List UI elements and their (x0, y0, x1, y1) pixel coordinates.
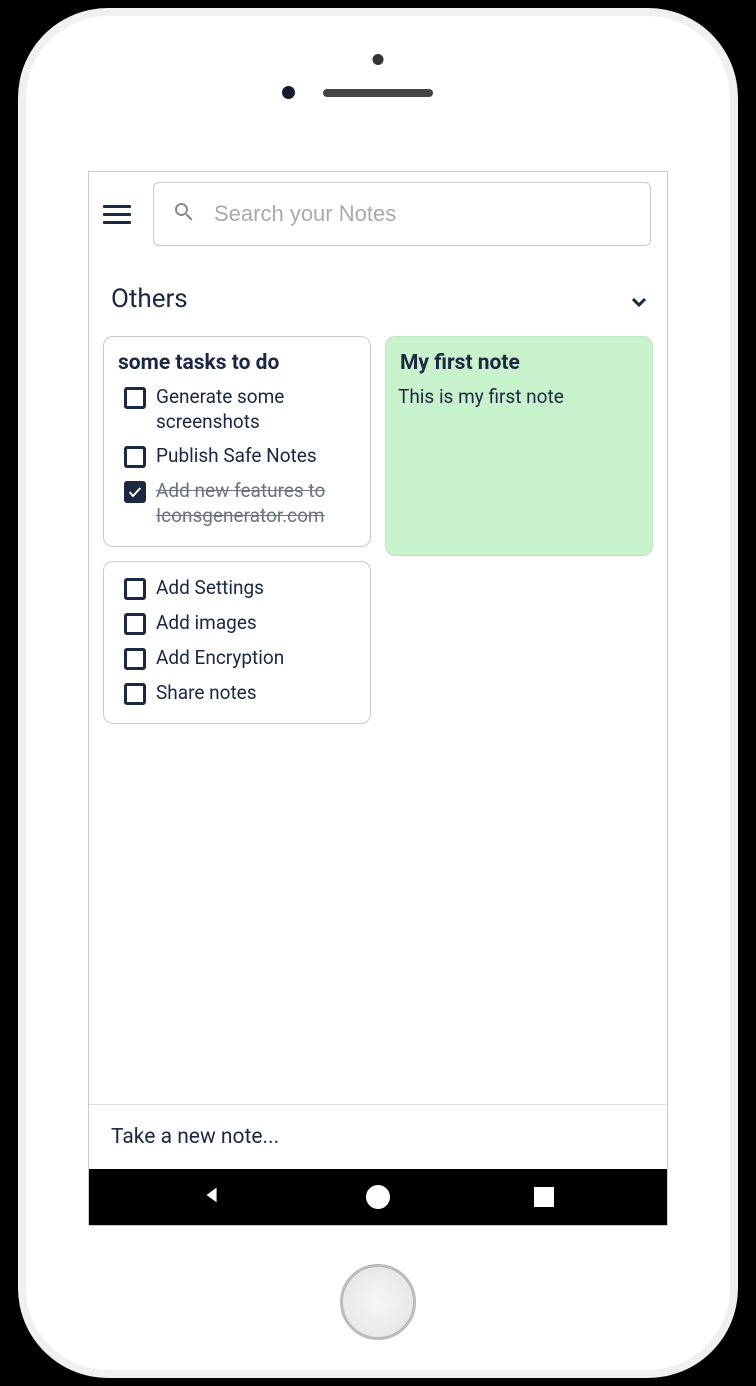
task-row[interactable]: Add new features to Iconsgenerator.com (116, 479, 358, 528)
nav-back-button[interactable] (199, 1184, 225, 1210)
checkbox-unchecked-icon[interactable] (124, 387, 146, 409)
home-circle-icon (366, 1185, 390, 1209)
search-box[interactable] (153, 182, 651, 246)
phone-frame: Others some tasks to do Generate some sc… (18, 8, 738, 1378)
checkbox-unchecked-icon[interactable] (124, 446, 146, 468)
task-row[interactable]: Add Encryption (116, 646, 358, 671)
task-row[interactable]: Publish Safe Notes (116, 444, 358, 469)
top-sensor (373, 54, 384, 65)
checkbox-unchecked-icon[interactable] (124, 578, 146, 600)
task-label: Share notes (156, 681, 257, 706)
note-body: This is my first note (398, 385, 640, 408)
nav-home-button[interactable] (365, 1184, 391, 1210)
menu-button[interactable] (99, 196, 135, 232)
section-header[interactable]: Others (89, 256, 667, 326)
back-triangle-icon (201, 1184, 223, 1210)
task-label: Add images (156, 611, 257, 636)
app-header (89, 172, 667, 256)
search-input[interactable] (214, 201, 632, 227)
checkbox-unchecked-icon[interactable] (124, 648, 146, 670)
speaker-row (282, 86, 474, 99)
chevron-down-icon (627, 290, 645, 308)
nav-recent-button[interactable] (531, 1184, 557, 1210)
note-card-tasks[interactable]: Add Settings Add images Add Encryption (103, 561, 371, 724)
note-card-tasks[interactable]: some tasks to do Generate some screensho… (103, 336, 371, 547)
notes-grid: some tasks to do Generate some screensho… (89, 326, 667, 734)
note-title: My first note (398, 351, 640, 375)
recent-square-icon (534, 1187, 554, 1207)
new-note-button[interactable]: Take a new note... (89, 1104, 667, 1169)
task-row[interactable]: Share notes (116, 681, 358, 706)
task-row[interactable]: Generate some screenshots (116, 385, 358, 434)
task-label: Add Settings (156, 576, 264, 601)
task-row[interactable]: Add images (116, 611, 358, 636)
new-note-label: Take a new note... (111, 1125, 279, 1149)
task-row[interactable]: Add Settings (116, 576, 358, 601)
task-label: Add new features to Iconsgenerator.com (156, 479, 358, 528)
phone-bezel: Others some tasks to do Generate some sc… (26, 16, 730, 1370)
task-label: Add Encryption (156, 646, 284, 671)
menu-icon (103, 205, 131, 208)
section-title: Others (111, 284, 188, 314)
task-label: Generate some screenshots (156, 385, 358, 434)
search-icon (172, 200, 196, 228)
android-nav-bar (89, 1169, 667, 1225)
front-camera (282, 86, 295, 99)
earpiece-speaker (323, 89, 433, 97)
note-title: some tasks to do (116, 351, 358, 375)
phone-home-button[interactable] (340, 1264, 416, 1340)
checkbox-checked-icon[interactable] (124, 481, 146, 503)
note-card-text[interactable]: My first note This is my first note (385, 336, 653, 556)
task-label: Publish Safe Notes (156, 444, 317, 469)
app-screen: Others some tasks to do Generate some sc… (88, 171, 668, 1226)
checkbox-unchecked-icon[interactable] (124, 613, 146, 635)
checkbox-unchecked-icon[interactable] (124, 683, 146, 705)
